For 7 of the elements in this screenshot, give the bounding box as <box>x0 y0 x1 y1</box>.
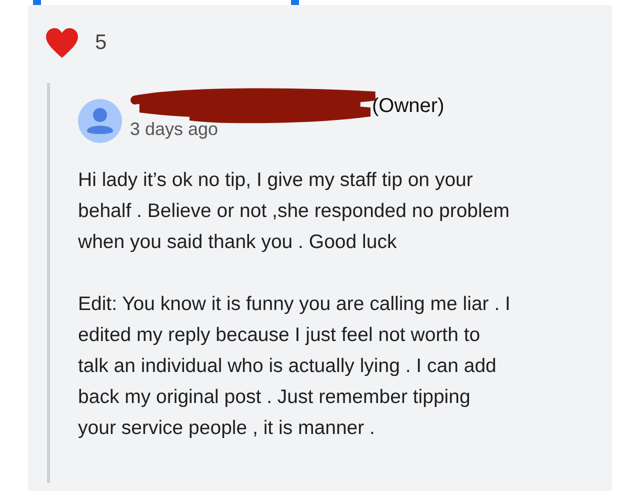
reply-paragraph: Hi lady it’s ok no tip, I give my staff tip on your behalf . Believe or not ,she responded no problem when you said thank you . Good luck <box>78 168 510 255</box>
reaction-count: 5 <box>95 31 107 55</box>
reply-paragraph: Edit: You know it is funny you are calling me liar . I edited my reply because I just feel not worth to talk an individual who is actually lying . I can add back my original post . Just remember tipping your service people , it is manner . <box>78 292 512 441</box>
author-role: (Owner) <box>372 94 444 118</box>
heart-icon[interactable] <box>45 27 79 59</box>
timestamp: 3 days ago <box>130 119 220 140</box>
avatar-icon <box>78 99 122 143</box>
